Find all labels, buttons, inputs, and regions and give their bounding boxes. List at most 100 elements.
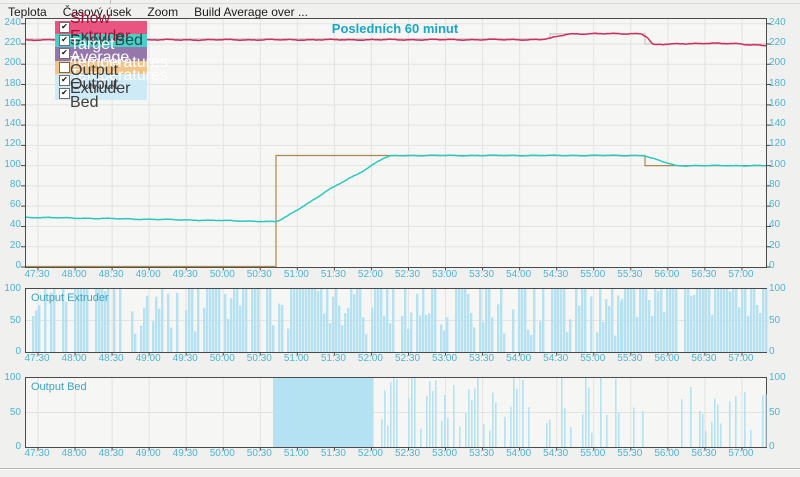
output-x-tick-label: 55:30 [612, 353, 648, 364]
x-tick-label: 55:30 [612, 269, 648, 280]
y-tick-label: 60 [0, 199, 21, 210]
x-tick-label: 50:30 [241, 269, 277, 280]
x-tick-label: 51:30 [315, 269, 351, 280]
x-tick-label: 52:00 [352, 269, 388, 280]
output-x-tick-label: 50:30 [241, 448, 277, 459]
output-x-tick-label: 53:00 [427, 448, 463, 459]
curve-legend: ✔Show Extruder✔Show Bed✔Target Temperatu… [55, 21, 147, 100]
x-tick-label: 53:30 [464, 269, 500, 280]
output-x-tick-label: 56:00 [649, 448, 685, 459]
output-y-tick-label: 100 [0, 372, 21, 383]
y-tick-label: 0 [0, 260, 21, 271]
y-tick-label: 20 [769, 240, 795, 251]
y-tick-label: 140 [0, 118, 21, 129]
y-tick-label: 20 [0, 240, 21, 251]
output-x-tick-label: 56:30 [686, 448, 722, 459]
output-x-tick-label: 55:30 [612, 448, 648, 459]
output-y-tick-label: 100 [0, 283, 21, 294]
output-y-tick-label: 100 [769, 283, 795, 294]
output-x-tick-label: 56:30 [686, 353, 722, 364]
y-tick-label: 140 [769, 118, 795, 129]
output-y-tick-label: 50 [769, 407, 795, 418]
output-x-tick-label: 55:00 [575, 448, 611, 459]
output-y-tick-label: 0 [0, 346, 21, 357]
x-tick-label: 52:30 [390, 269, 426, 280]
output-x-tick-label: 56:00 [649, 353, 685, 364]
output-bed-chart[interactable] [25, 377, 767, 448]
checkbox-checked[interactable]: ✔ [59, 48, 70, 59]
output-y-tick-label: 0 [769, 346, 795, 357]
output-x-tick-label: 52:30 [390, 448, 426, 459]
x-tick-label: 48:30 [93, 269, 129, 280]
y-tick-label: 220 [0, 37, 21, 48]
y-tick-label: 60 [769, 199, 795, 210]
output-x-tick-label: 50:30 [241, 353, 277, 364]
legend-label: Output Bed [70, 76, 147, 112]
y-tick-label: 240 [769, 17, 795, 28]
output-x-tick-label: 54:30 [538, 448, 574, 459]
y-tick-label: 160 [769, 98, 795, 109]
output-x-tick-label: 51:00 [278, 448, 314, 459]
checkbox-checked[interactable]: ✔ [59, 22, 70, 33]
checkbox-unchecked[interactable] [59, 62, 70, 73]
output-x-tick-label: 49:00 [130, 353, 166, 364]
x-tick-label: 54:00 [501, 269, 537, 280]
output-x-tick-label: 49:30 [167, 448, 203, 459]
y-tick-label: 160 [0, 98, 21, 109]
output-x-tick-label: 52:00 [352, 353, 388, 364]
output-y-tick-label: 50 [0, 315, 21, 326]
y-tick-label: 100 [769, 159, 795, 170]
y-tick-label: 100 [0, 159, 21, 170]
output-x-tick-label: 52:30 [390, 353, 426, 364]
x-tick-label: 56:00 [649, 269, 685, 280]
x-tick-label: 47:30 [19, 269, 55, 280]
output-x-tick-label: 54:00 [501, 448, 537, 459]
output-x-tick-label: 51:30 [315, 353, 351, 364]
output-x-tick-label: 52:00 [352, 448, 388, 459]
x-tick-label: 54:30 [538, 269, 574, 280]
output-x-tick-label: 53:30 [464, 353, 500, 364]
y-tick-label: 0 [769, 260, 795, 271]
output-bed-label: Output Bed [31, 381, 87, 393]
output-y-tick-label: 50 [769, 315, 795, 326]
output-y-tick-label: 0 [769, 441, 795, 452]
y-tick-label: 80 [0, 179, 21, 190]
output-x-tick-label: 55:00 [575, 353, 611, 364]
y-tick-label: 120 [0, 138, 21, 149]
output-x-tick-label: 49:00 [130, 448, 166, 459]
y-tick-label: 40 [769, 219, 795, 230]
y-tick-label: 40 [0, 219, 21, 230]
output-x-tick-label: 48:00 [56, 448, 92, 459]
checkbox-checked[interactable]: ✔ [59, 75, 70, 86]
output-y-tick-label: 100 [769, 372, 795, 383]
x-tick-label: 50:00 [204, 269, 240, 280]
output-x-tick-label: 54:00 [501, 353, 537, 364]
x-tick-label: 49:00 [130, 269, 166, 280]
output-x-tick-label: 48:00 [56, 353, 92, 364]
x-tick-label: 51:00 [278, 269, 314, 280]
output-x-tick-label: 51:00 [278, 353, 314, 364]
y-tick-label: 200 [0, 57, 21, 68]
x-tick-label: 53:00 [427, 269, 463, 280]
x-tick-label: 55:00 [575, 269, 611, 280]
output-x-tick-label: 51:30 [315, 448, 351, 459]
menu-item-build-average-over-[interactable]: Build Average over ... [186, 5, 316, 19]
y-tick-label: 80 [769, 179, 795, 190]
y-tick-label: 120 [769, 138, 795, 149]
output-x-tick-label: 53:30 [464, 448, 500, 459]
output-x-tick-label: 49:30 [167, 353, 203, 364]
y-tick-label: 240 [0, 17, 21, 28]
output-x-tick-label: 57:00 [723, 448, 759, 459]
temperature-curve-window: TeplotaČasový úsekZoomBuild Average over… [0, 0, 800, 477]
checkbox-checked[interactable]: ✔ [59, 35, 70, 46]
output-x-tick-label: 50:00 [204, 353, 240, 364]
y-tick-label: 180 [0, 78, 21, 89]
output-x-tick-label: 50:00 [204, 448, 240, 459]
output-x-tick-label: 47:30 [19, 448, 55, 459]
x-tick-label: 56:30 [686, 269, 722, 280]
checkbox-checked[interactable]: ✔ [59, 88, 70, 99]
legend-row-output-bed[interactable]: ✔Output Bed [55, 87, 147, 100]
output-extruder-chart[interactable] [25, 288, 767, 353]
output-x-tick-label: 54:30 [538, 353, 574, 364]
output-extruder-label: Output Extruder [31, 292, 109, 304]
